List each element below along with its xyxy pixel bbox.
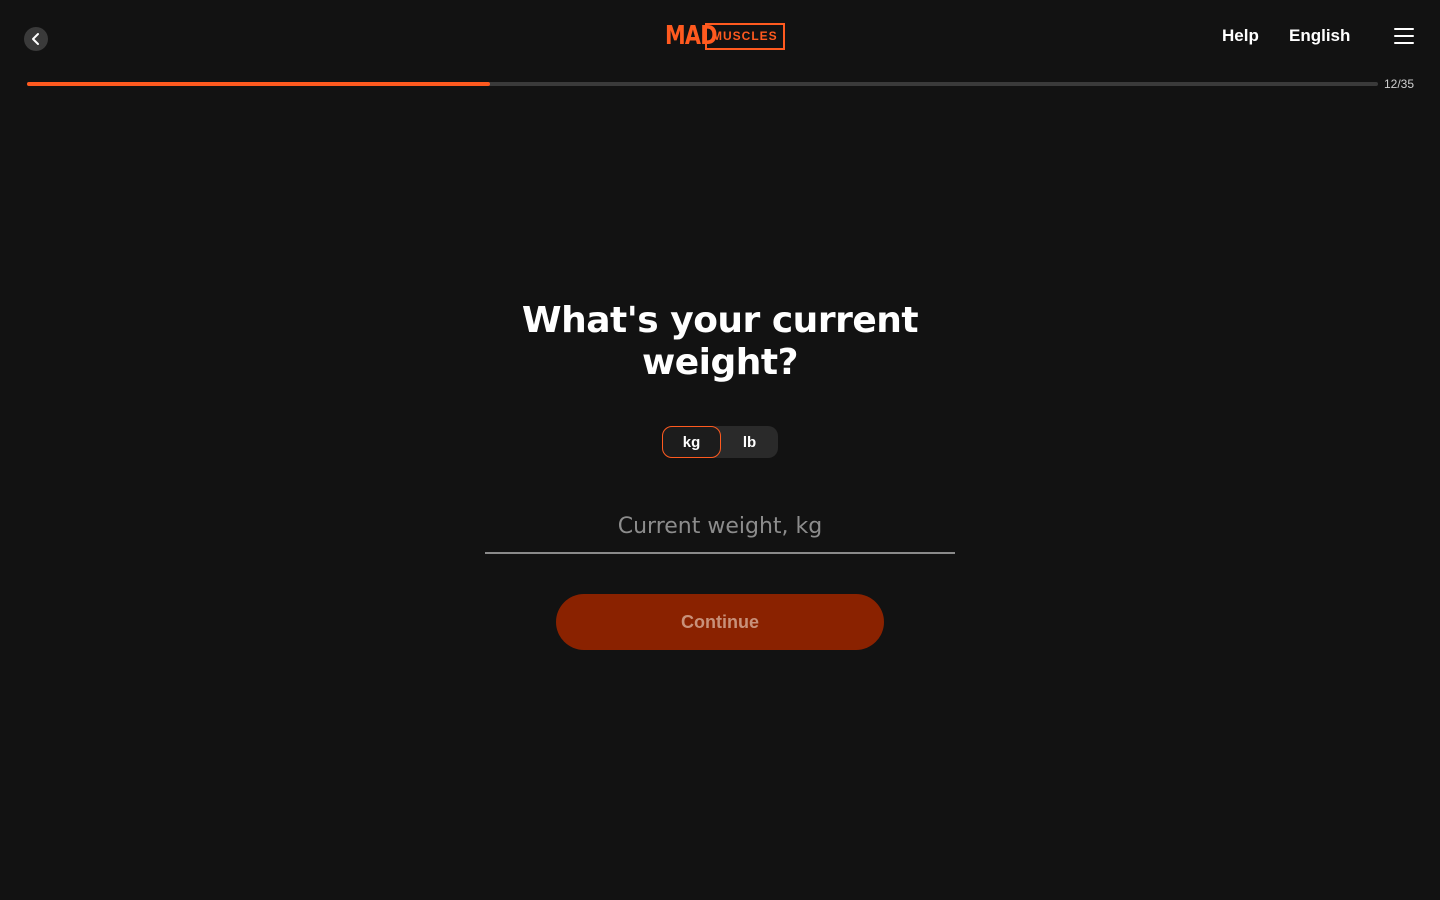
- menu-line: [1394, 42, 1414, 44]
- logo-mad-text: MAD: [665, 21, 717, 51]
- question-title: What's your current weight?: [521, 300, 919, 383]
- hamburger-menu-icon[interactable]: [1394, 28, 1414, 44]
- back-button[interactable]: [24, 27, 48, 51]
- progress-bar: [27, 82, 1378, 86]
- menu-line: [1394, 35, 1414, 37]
- unit-toggle: kg lb: [662, 426, 778, 458]
- progress-counter: 12/35: [1384, 77, 1415, 91]
- menu-line: [1394, 28, 1414, 30]
- unit-option-lb[interactable]: lb: [721, 426, 778, 458]
- logo[interactable]: MAD MUSCLES: [665, 22, 785, 50]
- header: MAD MUSCLES Help English: [0, 0, 1440, 72]
- continue-button[interactable]: Continue: [556, 594, 884, 650]
- help-link[interactable]: Help: [1222, 26, 1259, 46]
- unit-option-kg[interactable]: kg: [662, 426, 721, 458]
- progress-bar-fill: [27, 82, 491, 86]
- language-selector[interactable]: English: [1289, 26, 1350, 46]
- current-weight-input[interactable]: [485, 500, 955, 554]
- chevron-left-icon: [32, 33, 39, 45]
